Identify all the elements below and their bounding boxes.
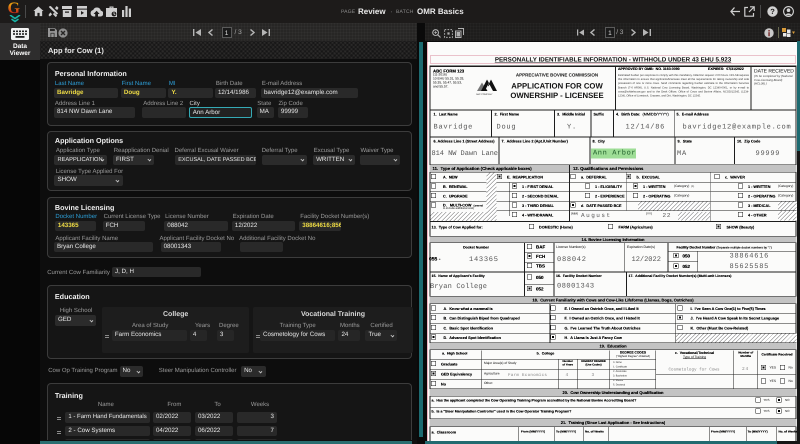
svg-text:?: ? (770, 7, 775, 16)
